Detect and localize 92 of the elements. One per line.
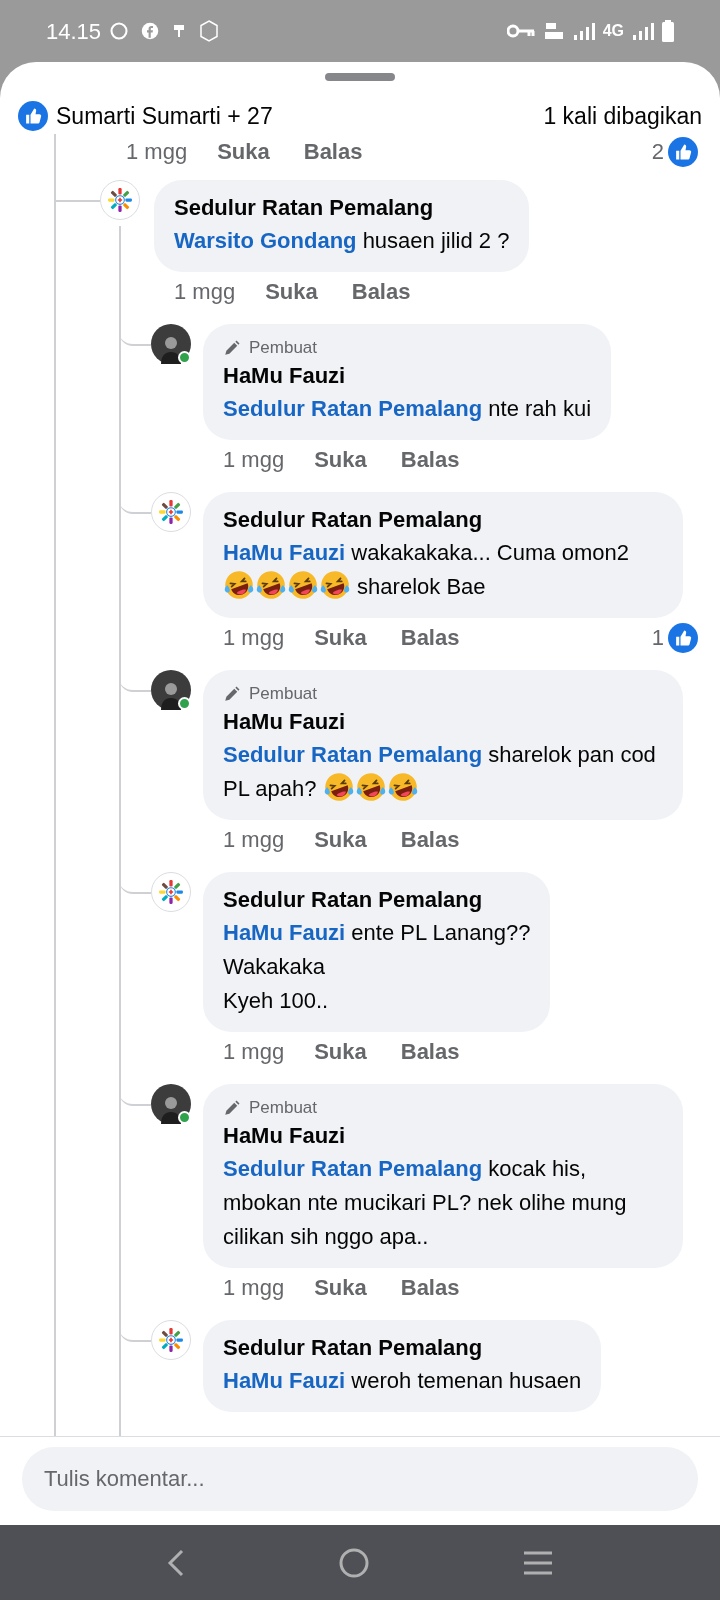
reply-link[interactable]: Balas bbox=[400, 1271, 460, 1304]
comment-time: 1 mgg bbox=[223, 826, 285, 854]
comment-bubble[interactable]: Pembuat HaMu Fauzi Sedulur Ratan Pemalang sharelok pan cod PL apah? bbox=[203, 669, 683, 820]
author-role-label: Pembuat bbox=[249, 682, 318, 705]
reaction-count: 1 bbox=[651, 624, 664, 652]
comment-text: Sedulur Ratan Pemalang sharelok pan cod PL apah? bbox=[223, 740, 657, 804]
laughing-emoji-icon bbox=[320, 569, 350, 600]
comment-bubble[interactable]: Sedulur Ratan Pemalang HaMu Fauzi wakakakaka... Cuma omon2 sharelok Bae bbox=[203, 491, 683, 618]
comment-author[interactable]: HaMu Fauzi bbox=[223, 359, 592, 392]
profile-silhouette-avatar[interactable] bbox=[151, 1083, 191, 1124]
laughing-emoji-icon bbox=[323, 771, 354, 802]
comment-author[interactable]: Sedulur Ratan Pemalang bbox=[174, 191, 510, 224]
reply-link[interactable]: Balas bbox=[303, 135, 363, 168]
pencil-icon bbox=[223, 1098, 241, 1117]
reply-link[interactable]: Balas bbox=[400, 1035, 460, 1068]
comment-bubble[interactable]: Sedulur Ratan Pemalang Warsito Gondang husaen jilid 2 ? bbox=[154, 179, 530, 272]
comment-author[interactable]: Sedulur Ratan Pemalang bbox=[223, 503, 663, 536]
reply-link[interactable]: Balas bbox=[351, 275, 411, 308]
usb-icon bbox=[173, 23, 186, 39]
like-link[interactable]: Suka bbox=[314, 443, 367, 476]
signal-icon bbox=[632, 22, 654, 40]
like-icon bbox=[18, 101, 48, 132]
reply-link[interactable]: Balas bbox=[400, 443, 460, 476]
comment-bubble[interactable]: Pembuat HaMu Fauzi Sedulur Ratan Pemalang nte rah kui bbox=[203, 323, 612, 440]
comment-text: Sedulur Ratan Pemalang kocak his, mbokan nte mucikari PL? nek olihe mung cilikan sih nggo apa.. bbox=[223, 1154, 628, 1251]
comment-text: Warsito Gondang husaen jilid 2 ? bbox=[174, 226, 510, 255]
volte-icon bbox=[542, 21, 565, 41]
like-link[interactable]: Suka bbox=[314, 1271, 367, 1304]
mention-link[interactable]: HaMu Fauzi bbox=[223, 919, 346, 945]
comment-input-field[interactable]: Tulis komentar... bbox=[22, 1447, 698, 1511]
laughing-emoji-icon bbox=[288, 569, 318, 600]
like-link[interactable]: Suka bbox=[314, 823, 367, 856]
comment-text: Sedulur Ratan Pemalang nte rah kui bbox=[223, 394, 592, 423]
menu-icon[interactable] bbox=[522, 1549, 554, 1576]
laughing-emoji-icon bbox=[256, 569, 286, 600]
like-icon bbox=[668, 136, 698, 167]
page-logo-avatar[interactable] bbox=[151, 871, 191, 912]
mention-link[interactable]: HaMu Fauzi bbox=[223, 539, 346, 565]
key-icon bbox=[506, 24, 535, 38]
author-role-label: Pembuat bbox=[249, 1096, 318, 1119]
laughing-emoji-icon bbox=[387, 771, 418, 802]
like-icon bbox=[668, 622, 698, 653]
likes-summary[interactable]: Sumarti Sumarti + 27 bbox=[56, 99, 273, 134]
comment-time: 1 mgg bbox=[174, 278, 236, 306]
shares-count[interactable]: 1 kali dibagikan bbox=[543, 99, 702, 134]
comment-text: HaMu Fauzi weroh temenan husaen bbox=[223, 1366, 582, 1395]
page-logo-avatar[interactable] bbox=[100, 179, 140, 220]
profile-silhouette-avatar[interactable] bbox=[151, 323, 191, 364]
mention-link[interactable]: Sedulur Ratan Pemalang bbox=[223, 1155, 483, 1181]
comment-author[interactable]: Sedulur Ratan Pemalang bbox=[223, 1331, 582, 1364]
like-link[interactable]: Suka bbox=[265, 275, 318, 308]
back-icon[interactable] bbox=[166, 1547, 186, 1578]
comment-time: 1 mgg bbox=[223, 446, 285, 474]
mention-link[interactable]: Sedulur Ratan Pemalang bbox=[223, 741, 483, 767]
comment-bubble[interactable]: Sedulur Ratan Pemalang HaMu Fauzi weroh temenan husaen bbox=[203, 1319, 602, 1412]
reply-link[interactable]: Balas bbox=[400, 621, 460, 654]
battery-icon bbox=[662, 20, 674, 42]
signal-icon bbox=[572, 22, 595, 40]
comment-author[interactable]: HaMu Fauzi bbox=[223, 705, 663, 738]
badge-icon bbox=[199, 20, 220, 42]
mention-link[interactable]: HaMu Fauzi bbox=[223, 1367, 346, 1393]
status-time: 14.15 bbox=[46, 17, 102, 46]
comment-author[interactable]: Sedulur Ratan Pemalang bbox=[223, 883, 531, 916]
chat-app-icon bbox=[109, 21, 130, 41]
facebook-icon bbox=[141, 22, 160, 40]
like-link[interactable]: Suka bbox=[314, 621, 367, 654]
comment-time: 1 mgg bbox=[223, 1038, 285, 1066]
reply-link[interactable]: Balas bbox=[400, 823, 460, 856]
reaction-count: 2 bbox=[651, 138, 664, 166]
comment-author[interactable]: HaMu Fauzi bbox=[223, 1119, 663, 1152]
author-role-label: Pembuat bbox=[249, 336, 318, 359]
drag-handle[interactable] bbox=[325, 73, 395, 81]
pencil-icon bbox=[223, 684, 241, 703]
comment-time: 1 mgg bbox=[223, 1274, 285, 1302]
home-icon[interactable] bbox=[338, 1546, 370, 1579]
comment-text: HaMu Fauzi ente PL Lanang?? Wakakaka Kyeh 100.. bbox=[223, 918, 531, 1015]
network-type: 4G bbox=[602, 21, 624, 41]
laughing-emoji-icon bbox=[355, 771, 386, 802]
like-link[interactable]: Suka bbox=[314, 1035, 367, 1068]
comment-text: HaMu Fauzi wakakakaka... Cuma omon2 sharelok Bae bbox=[223, 538, 630, 602]
comment-bubble[interactable]: Sedulur Ratan Pemalang HaMu Fauzi ente PL Lanang?? Wakakaka Kyeh 100.. bbox=[203, 871, 551, 1032]
comment-bubble[interactable]: Pembuat HaMu Fauzi Sedulur Ratan Pemalang kocak his, mbokan nte mucikari PL? nek olihe mung cilikan sih nggo apa.. bbox=[203, 1083, 683, 1268]
comment-time: 1 mgg bbox=[126, 138, 188, 166]
page-logo-avatar[interactable] bbox=[151, 491, 191, 532]
mention-link[interactable]: Sedulur Ratan Pemalang bbox=[223, 395, 483, 421]
laughing-emoji-icon bbox=[224, 569, 254, 600]
pencil-icon bbox=[223, 338, 241, 357]
page-logo-avatar[interactable] bbox=[151, 1319, 191, 1360]
comment-time: 1 mgg bbox=[223, 624, 285, 652]
like-link[interactable]: Suka bbox=[217, 135, 270, 168]
mention-link[interactable]: Warsito Gondang bbox=[174, 227, 357, 253]
profile-silhouette-avatar[interactable] bbox=[151, 669, 191, 710]
